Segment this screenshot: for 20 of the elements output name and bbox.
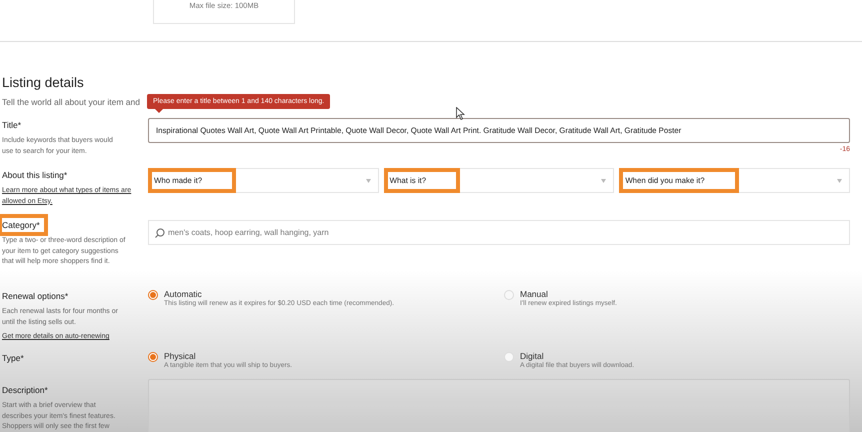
field-label: About this listing* <box>2 169 68 182</box>
search-icon <box>155 228 165 238</box>
caret-icon <box>837 178 842 182</box>
cursor-icon <box>456 107 465 120</box>
caret-icon <box>601 178 606 182</box>
radio-button[interactable] <box>148 290 158 300</box>
radio-button[interactable] <box>148 352 158 362</box>
section-title: Listing details <box>2 75 84 90</box>
search-field[interactable]: men's coats, hoop earring, wall hanging, yarn <box>148 220 850 245</box>
option-label: Digital <box>520 351 545 361</box>
option-label: Automatic <box>164 289 203 299</box>
field-label: Title* <box>2 119 22 132</box>
description-textarea[interactable] <box>148 379 850 432</box>
option-label: Physical <box>164 351 197 361</box>
field-label: Description* <box>2 384 49 397</box>
field-label: Type* <box>2 352 25 365</box>
field-label: Renewal options* <box>2 290 70 303</box>
section-subtitle: Tell the world all about your item and <box>2 97 140 107</box>
caret-icon <box>366 178 371 182</box>
option-label: Manual <box>520 289 549 299</box>
